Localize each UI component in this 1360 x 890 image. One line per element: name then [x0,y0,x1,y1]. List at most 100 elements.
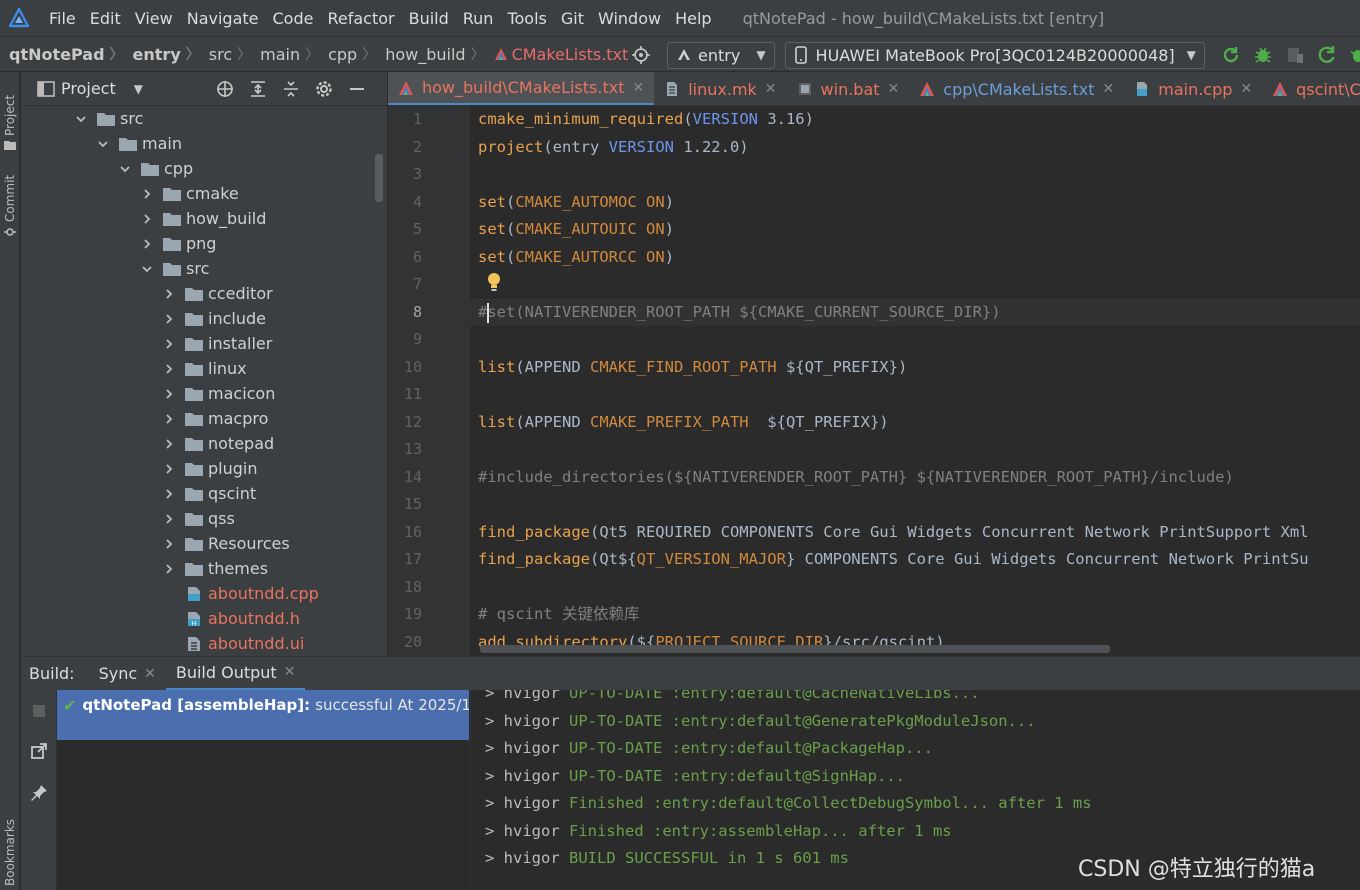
menu-view[interactable]: View [128,9,180,28]
hide-panel-icon[interactable] [347,79,367,99]
menu-navigate[interactable]: Navigate [180,9,266,28]
tree-folder[interactable]: main [97,131,182,156]
code-token: #set(NATIVERENDER_ROOT_PATH ${CMAKE_CURR… [478,302,1001,321]
tree-folder[interactable]: cmake [141,181,239,206]
tree-folder[interactable]: cceditor [163,281,273,306]
menu-tools[interactable]: Tools [500,9,553,28]
menu-help[interactable]: Help [668,9,718,28]
tree-folder[interactable]: src [141,256,209,281]
close-icon[interactable]: ✕ [888,81,900,97]
debug-icon[interactable] [1252,44,1274,66]
expand-all-icon[interactable] [248,79,268,99]
project-tool-tab[interactable]: Project [0,78,20,168]
menu-run[interactable]: Run [456,9,501,28]
tree-folder[interactable]: Resources [163,531,290,556]
build-tab-sync[interactable]: Sync ✕ [89,657,166,691]
output-message: UP-TO-DATE :entry:default@PackageHap... [569,739,933,757]
phone-icon [794,46,807,64]
close-icon[interactable]: ✕ [632,80,644,96]
chevron-right-icon [144,213,151,224]
profiler-icon[interactable] [1284,44,1306,66]
breadcrumb-item[interactable]: src 〉 [200,44,251,64]
target-icon[interactable] [630,44,652,66]
breadcrumb-item[interactable]: main 〉 [251,44,319,64]
tree-folder[interactable]: src [75,106,143,131]
breadcrumb-item[interactable]: qtNotePad 〉 [0,44,124,64]
tree-folder[interactable]: plugin [163,456,257,481]
tree-folder[interactable]: qss [163,506,235,531]
chevron-down-icon[interactable]: ▼ [134,82,143,96]
rerun-icon[interactable] [1220,44,1242,66]
editor-tab[interactable]: linux.mk ✕ [654,72,786,105]
close-icon[interactable]: ✕ [1240,81,1252,97]
breadcrumb-item[interactable]: cpp 〉 [319,44,376,64]
tree-file[interactable]: aboutndd.ui [163,631,304,656]
menu-build[interactable]: Build [402,9,456,28]
editor-tab-label: how_build\CMakeLists.txt [422,78,625,97]
cpp-file-icon [1137,82,1148,96]
locate-file-icon[interactable] [215,79,235,99]
close-icon[interactable]: ✕ [284,664,296,680]
menu-window[interactable]: Window [591,9,668,28]
menu-code[interactable]: Code [266,9,321,28]
menu-git[interactable]: Git [554,9,591,28]
line-number: 11 [403,385,422,403]
commit-tool-tab[interactable]: Commit [0,168,20,242]
tree-folder[interactable]: themes [163,556,268,581]
tree-folder[interactable]: linux [163,356,247,381]
tree-folder[interactable]: png [141,231,216,256]
tree-folder[interactable]: cpp [119,156,193,181]
folder-icon [185,537,203,551]
chevron-right-icon [166,288,173,299]
build-status-row[interactable]: ✔ qtNotePad [assembleHap]: successful At… [57,690,469,740]
lightbulb-icon[interactable] [486,272,502,292]
chevron-right-icon: 〉 [305,47,320,63]
apply-changes-icon[interactable] [1316,44,1338,66]
open-in-new-icon[interactable] [30,742,48,760]
output-prefix: > hvigor [485,794,569,812]
editor-tab[interactable]: qscint\CMakeLi [1262,72,1360,105]
editor-tab[interactable]: win.bat ✕ [787,72,910,105]
tree-folder[interactable]: qscint [163,481,256,506]
breadcrumb-label: qtNotePad [9,44,105,64]
code-token: ) [664,220,675,238]
bookmarks-tool-tab[interactable]: Bookmarks [0,812,20,890]
tree-folder[interactable]: notepad [163,431,274,456]
tree-file[interactable]: Haboutndd.h [163,606,300,631]
menu-file[interactable]: File [42,9,83,28]
menu-edit[interactable]: Edit [83,9,128,28]
close-icon[interactable]: ✕ [765,81,777,97]
editor-tab[interactable]: main.cpp ✕ [1124,72,1262,105]
close-icon[interactable]: ✕ [144,666,156,682]
editor-tab[interactable]: cpp\CMakeLists.txt ✕ [909,72,1124,105]
pin-icon[interactable] [30,784,48,802]
breadcrumb-file[interactable]: CMakeLists.txt [485,44,629,64]
tree-folder[interactable]: include [163,306,266,331]
breadcrumb-item[interactable]: entry 〉 [124,44,200,64]
device-selector[interactable]: HUAWEI MateBook Pro[3QC0124B20000048] ▼ [784,41,1205,69]
chevron-right-icon [144,188,151,199]
stop-build-icon[interactable] [30,702,48,720]
chevron-right-icon [166,313,173,324]
attach-debugger-icon[interactable] [1348,44,1360,66]
folder-icon [185,312,203,326]
build-tab-build-output[interactable]: Build Output ✕ [165,657,306,691]
tree-folder[interactable]: installer [163,331,272,356]
project-panel-title[interactable]: Project [61,79,116,98]
menu-refactor[interactable]: Refactor [320,9,401,28]
code-editor[interactable]: cmake_minimum_required(VERSION 3.16) proj… [470,106,1360,656]
editor-tab[interactable]: how_build\CMakeLists.txt ✕ [388,72,655,105]
close-icon[interactable]: ✕ [1103,81,1115,97]
breadcrumb-item[interactable]: how_build 〉 [376,44,484,64]
tree-folder[interactable]: macpro [163,406,268,431]
gear-icon[interactable] [314,79,334,99]
tree-folder[interactable]: how_build [141,206,266,231]
editor-horizontal-scrollbar[interactable] [480,645,1110,653]
module-selector[interactable]: entry ▼ [667,41,775,69]
tree-folder[interactable]: macicon [163,381,275,406]
tree-scrollbar[interactable] [375,154,383,202]
tree-file[interactable]: aboutndd.cpp [163,581,319,606]
collapse-all-icon[interactable] [281,79,301,99]
breadcrumb-label: CMakeLists.txt [511,44,629,64]
